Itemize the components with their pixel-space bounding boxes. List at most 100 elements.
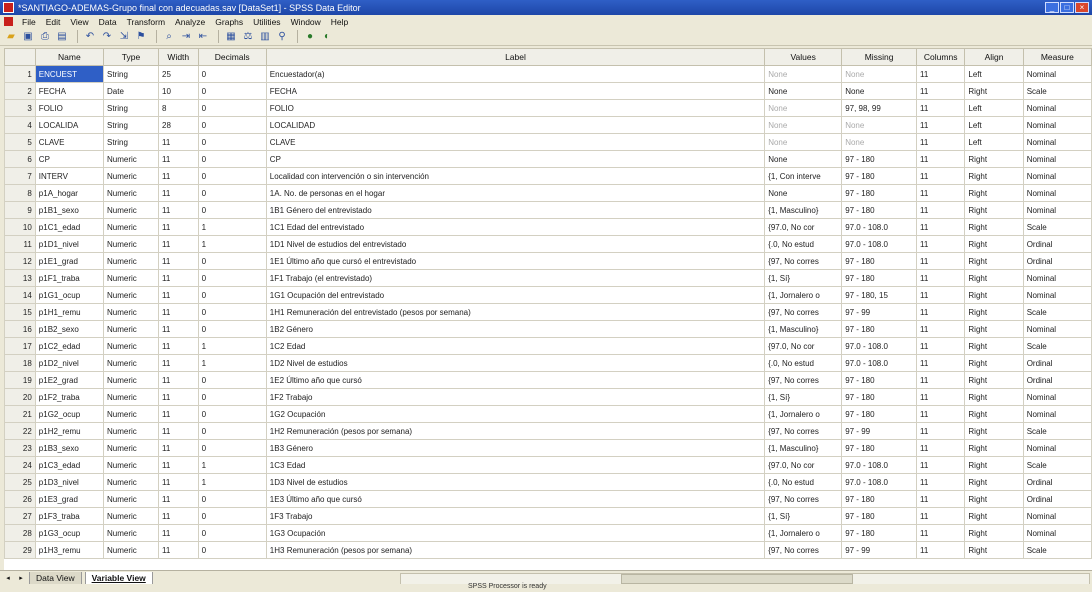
- cell-row-number[interactable]: 7: [4, 167, 36, 185]
- cell-measure[interactable]: Scale: [1022, 82, 1092, 100]
- cell-type[interactable]: Numeric: [103, 269, 159, 287]
- cell-measure[interactable]: Nominal: [1022, 99, 1092, 117]
- cell-row-number[interactable]: 4: [4, 116, 36, 134]
- cell-width[interactable]: 11: [158, 371, 199, 389]
- cell-width[interactable]: 11: [158, 473, 199, 491]
- cell-measure[interactable]: Nominal: [1022, 507, 1092, 525]
- cell-label[interactable]: 1C3 Edad: [265, 456, 766, 474]
- cell-measure[interactable]: Ordinal: [1022, 490, 1092, 508]
- cell-measure[interactable]: Ordinal: [1022, 354, 1092, 372]
- cell-columns[interactable]: 11: [915, 235, 966, 253]
- menu-edit[interactable]: Edit: [41, 17, 66, 27]
- cell-width[interactable]: 11: [158, 286, 199, 304]
- cell-name[interactable]: ENCUEST: [34, 65, 105, 83]
- cell-columns[interactable]: 11: [915, 337, 966, 355]
- weight-cases-icon[interactable]: ⚖: [241, 30, 255, 43]
- cell-missing[interactable]: 97 - 180: [841, 320, 917, 338]
- cell-missing[interactable]: 97 - 180: [841, 184, 917, 202]
- cell-columns[interactable]: 11: [915, 490, 966, 508]
- cell-measure[interactable]: Scale: [1022, 218, 1092, 236]
- cell-width[interactable]: 11: [158, 524, 199, 542]
- variable-row[interactable]: 18 p1D2_nivel Numeric 11 1 1D2 Nivel de estud…: [4, 354, 1092, 372]
- cell-decimals[interactable]: 0: [197, 507, 267, 525]
- cell-missing[interactable]: 97 - 180: [841, 252, 917, 270]
- cell-columns[interactable]: 11: [915, 218, 966, 236]
- cell-columns[interactable]: 11: [915, 371, 966, 389]
- cell-name[interactable]: p1C1_edad: [34, 218, 105, 236]
- dialog-recall-icon[interactable]: ▤: [55, 30, 69, 43]
- cell-type[interactable]: Numeric: [103, 456, 159, 474]
- cell-measure[interactable]: Ordinal: [1022, 252, 1092, 270]
- variable-row[interactable]: 3 FOLIO String 8 0 FOLIO None 97, 98, 99 11 Left N…: [4, 99, 1092, 117]
- cell-align[interactable]: Right: [964, 201, 1024, 219]
- cell-type[interactable]: Numeric: [103, 388, 159, 406]
- cell-name[interactable]: p1H2_remu: [34, 422, 105, 440]
- cell-label[interactable]: 1F2 Trabajo: [265, 388, 766, 406]
- cell-width[interactable]: 11: [158, 167, 199, 185]
- cell-columns[interactable]: 11: [915, 541, 966, 559]
- cell-label[interactable]: 1G1 Ocupación del entrevistado: [265, 286, 766, 304]
- menu-analyze[interactable]: Analyze: [170, 17, 210, 27]
- cell-align[interactable]: Left: [964, 116, 1024, 134]
- cell-decimals[interactable]: 1: [197, 235, 267, 253]
- tab-variable-view[interactable]: Variable View: [84, 571, 153, 585]
- cell-columns[interactable]: 11: [915, 303, 966, 321]
- cell-values[interactable]: {1, Sí}: [764, 269, 843, 287]
- cell-label[interactable]: 1B3 Género: [265, 439, 766, 457]
- column-header-name[interactable]: Name: [34, 48, 105, 66]
- column-header-corner[interactable]: [4, 48, 36, 66]
- cell-name[interactable]: p1B3_sexo: [34, 439, 105, 457]
- cell-type[interactable]: Numeric: [103, 371, 159, 389]
- cell-decimals[interactable]: 0: [197, 269, 267, 287]
- cell-width[interactable]: 11: [158, 252, 199, 270]
- cell-label[interactable]: 1G2 Ocupación: [265, 405, 766, 423]
- cell-name[interactable]: p1C2_edad: [34, 337, 105, 355]
- variable-row[interactable]: 13 p1F1_traba Numeric 11 0 1F1 Trabajo (el en…: [4, 269, 1092, 287]
- cell-label[interactable]: 1D2 Nivel de estudios: [265, 354, 766, 372]
- menu-window[interactable]: Window: [286, 17, 326, 27]
- cell-width[interactable]: 11: [158, 303, 199, 321]
- cell-columns[interactable]: 11: [915, 524, 966, 542]
- cell-label[interactable]: 1E2 Último año que cursó: [265, 371, 766, 389]
- cell-type[interactable]: Numeric: [103, 354, 159, 372]
- cell-type[interactable]: Numeric: [103, 201, 159, 219]
- cell-label[interactable]: 1F3 Trabajo: [265, 507, 766, 525]
- cell-measure[interactable]: Nominal: [1022, 388, 1092, 406]
- cell-align[interactable]: Right: [964, 167, 1024, 185]
- cell-decimals[interactable]: 0: [197, 252, 267, 270]
- cell-measure[interactable]: Nominal: [1022, 320, 1092, 338]
- cell-measure[interactable]: Scale: [1022, 541, 1092, 559]
- cell-name[interactable]: INTERV: [34, 167, 105, 185]
- cell-values[interactable]: {1, Sí}: [764, 507, 843, 525]
- cell-decimals[interactable]: 0: [197, 184, 267, 202]
- cell-values[interactable]: {1, Con interve: [764, 167, 843, 185]
- cell-label[interactable]: FECHA: [265, 82, 766, 100]
- cell-row-number[interactable]: 20: [4, 388, 36, 406]
- cell-width[interactable]: 11: [158, 439, 199, 457]
- cell-missing[interactable]: None: [841, 82, 917, 100]
- variable-row[interactable]: 14 p1G1_ocup Numeric 11 0 1G1 Ocupación del e…: [4, 286, 1092, 304]
- cell-decimals[interactable]: 0: [197, 116, 267, 134]
- cell-measure[interactable]: Scale: [1022, 303, 1092, 321]
- cell-missing[interactable]: 97 - 180: [841, 405, 917, 423]
- cell-columns[interactable]: 11: [915, 82, 966, 100]
- cell-measure[interactable]: Nominal: [1022, 524, 1092, 542]
- menu-transform[interactable]: Transform: [122, 17, 170, 27]
- cell-name[interactable]: p1D2_nivel: [34, 354, 105, 372]
- cell-type[interactable]: Numeric: [103, 252, 159, 270]
- cell-values[interactable]: {1, Sí}: [764, 388, 843, 406]
- cell-type[interactable]: Numeric: [103, 184, 159, 202]
- cell-missing[interactable]: 97 - 180: [841, 388, 917, 406]
- cell-name[interactable]: p1B1_sexo: [34, 201, 105, 219]
- cell-align[interactable]: Right: [964, 490, 1024, 508]
- tab-data-view[interactable]: Data View: [29, 571, 82, 585]
- cell-row-number[interactable]: 25: [4, 473, 36, 491]
- cell-missing[interactable]: 97, 98, 99: [841, 99, 917, 117]
- cell-name[interactable]: p1F2_traba: [34, 388, 105, 406]
- cell-name[interactable]: p1G2_ocup: [34, 405, 105, 423]
- cell-columns[interactable]: 11: [915, 116, 966, 134]
- column-header-missing[interactable]: Missing: [841, 48, 917, 66]
- cell-type[interactable]: Date: [103, 82, 159, 100]
- cell-measure[interactable]: Nominal: [1022, 439, 1092, 457]
- maximize-button[interactable]: □: [1060, 2, 1074, 13]
